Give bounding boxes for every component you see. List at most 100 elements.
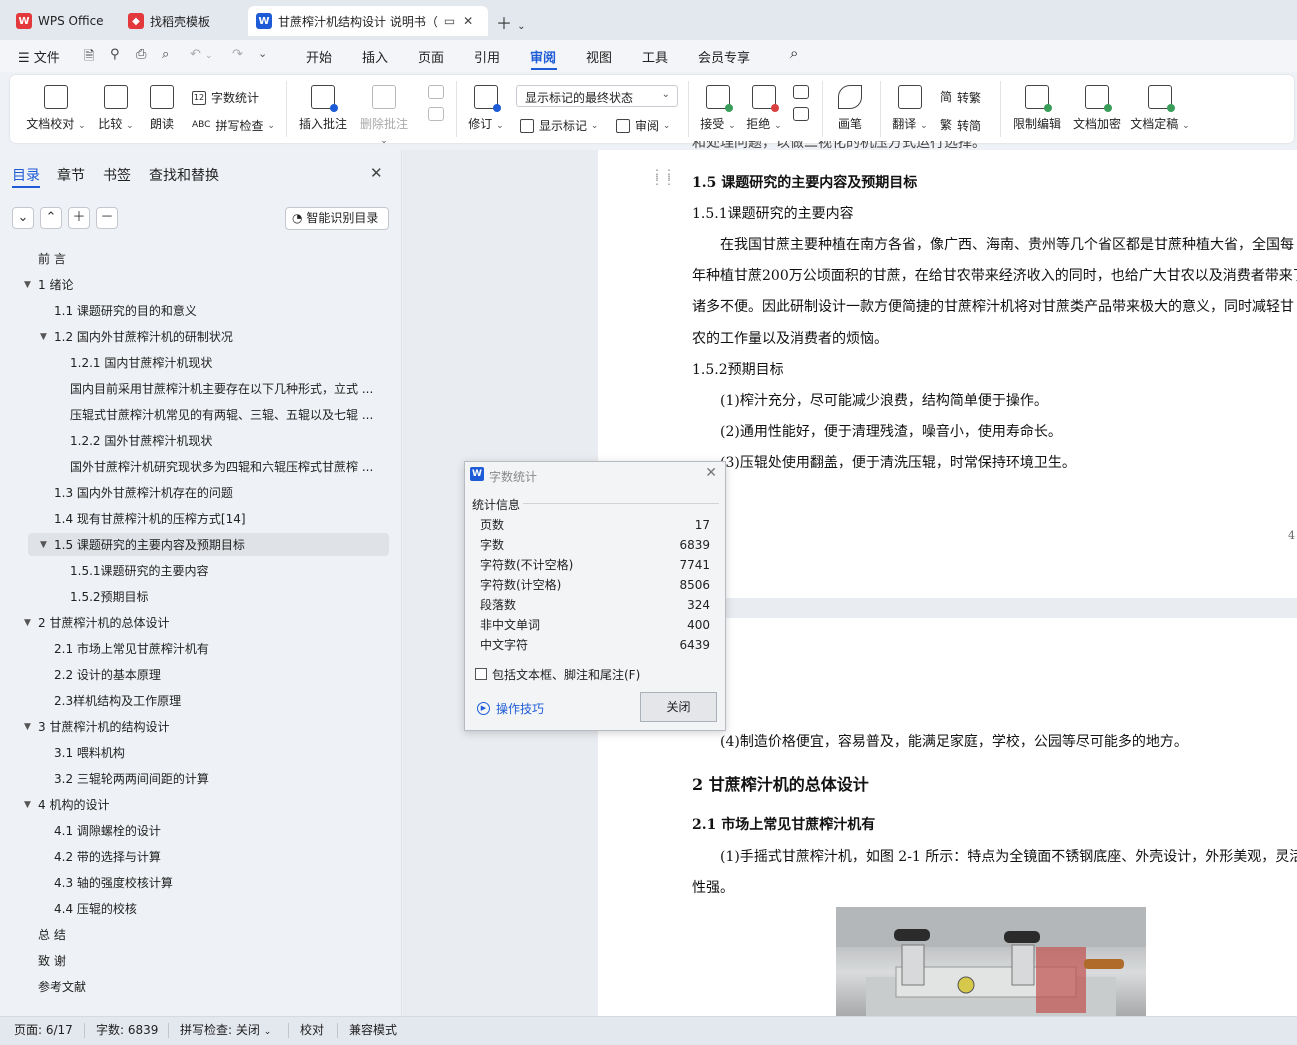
review-pane-button[interactable]: 审阅 ⌄ [616, 117, 670, 134]
toc-item[interactable]: 4.4 压辊的校核 [54, 897, 137, 921]
encrypt-button[interactable]: 文档加密 [1070, 85, 1124, 132]
juicer-photo[interactable] [836, 907, 1146, 1016]
delete-comment-button[interactable]: 删除批注 ⌄ [356, 85, 412, 146]
toc-item-selected[interactable]: ▼ 1.5 课题研究的主要内容及预期目标 [40, 533, 245, 557]
expand-all-button[interactable]: ⌄ [12, 207, 34, 229]
spell-check-button[interactable]: ABC 拼写检查 ⌄ [192, 117, 275, 134]
tab-template[interactable]: ◆ 找稻壳模板 [120, 6, 242, 36]
new-tab-button[interactable]: ＋ ⌄ [496, 10, 525, 34]
toc-item[interactable]: 国内目前采用甘蔗榨汁机主要存在以下几种形式，立式 ... [70, 377, 373, 401]
tips-link[interactable]: ▶ 操作技巧 [477, 700, 544, 717]
word-count-dialog[interactable]: W 字数统计 ✕ 统计信息 页数 17 字数 6839 字符数(不计空格) 7741 … [464, 461, 726, 731]
toc-item[interactable]: ▼ 1 绪论 [24, 273, 73, 297]
tab-wps-office[interactable]: W WPS Office [8, 6, 114, 36]
revise-button[interactable]: 修订 ⌄ [466, 85, 506, 132]
reject-button[interactable]: 拒绝 ⌄ [744, 85, 784, 132]
menu-tools[interactable]: 工具 [642, 47, 668, 66]
collapse-all-button[interactable]: ⌃ [40, 207, 62, 229]
translate-button[interactable]: 翻译 ⌄ [890, 85, 930, 132]
spell-check-indicator[interactable]: 拼写检查: 关闭 ⌄ [180, 1021, 271, 1038]
toc-item[interactable]: 4.1 调隙螺栓的设计 [54, 819, 161, 843]
collapse-arrow-icon[interactable]: ▼ [24, 273, 31, 297]
include-textbox-checkbox[interactable] [475, 668, 487, 680]
save-icon[interactable]: 🗎 [84, 47, 94, 69]
toc-item[interactable]: ▼ 1.2 国内外甘蔗榨汁机的研制状况 [40, 325, 233, 349]
tab-document[interactable]: W 甘蔗榨汁机结构设计 说明书（ ▭ ✕ [248, 6, 488, 36]
nav-tab-find-replace[interactable]: 查找和替换 [149, 165, 219, 185]
finalize-button[interactable]: 文档定稿 ⌄ [1130, 85, 1190, 132]
collapse-arrow-icon[interactable]: ▼ [40, 533, 47, 557]
nav-tab-toc[interactable]: 目录 [12, 165, 40, 185]
toc-item[interactable]: 前 言 [38, 247, 66, 271]
checkbox-label[interactable]: 包括文本框、脚注和尾注(F) [492, 666, 640, 683]
file-menu[interactable]: ☰ 文件 [18, 47, 60, 66]
toc-item[interactable]: 总 结 [38, 923, 66, 947]
toc-item[interactable]: 1.2.1 国内甘蔗榨汁机现状 [70, 351, 212, 375]
toc-item[interactable]: 2.1 市场上常见甘蔗榨汁机有 [54, 637, 209, 661]
toc-item[interactable]: ▼ 4 机构的设计 [24, 793, 109, 817]
collapse-arrow-icon[interactable]: ▼ [40, 325, 47, 349]
menu-page[interactable]: 页面 [418, 47, 444, 66]
accept-button[interactable]: 接受 ⌄ [698, 85, 738, 132]
toc-item[interactable]: 1.5.1课题研究的主要内容 [70, 559, 209, 583]
toc-item[interactable]: 1.3 国内外甘蔗榨汁机存在的问题 [54, 481, 233, 505]
smart-toc-button[interactable]: ◔ 智能识别目录 [285, 207, 389, 230]
share-icon[interactable]: ⚲ [110, 47, 120, 62]
demote-button[interactable]: － [96, 207, 118, 229]
word-count-indicator[interactable]: 字数: 6839 [96, 1021, 158, 1038]
nav-tab-chapters[interactable]: 章节 [57, 165, 85, 185]
toc-item[interactable]: ▼ 2 甘蔗榨汁机的总体设计 [24, 611, 169, 635]
redo-icon[interactable]: ↷ [232, 47, 243, 62]
prev-comment-button[interactable] [424, 85, 448, 127]
toc-item[interactable]: 1.2.2 国外甘蔗榨汁机现状 [70, 429, 212, 453]
nav-tab-bookmarks[interactable]: 书签 [103, 165, 131, 185]
drag-handle-icon[interactable]: ⋮⋮ ⋮⋮ [651, 168, 675, 186]
prev-change-button[interactable] [790, 85, 812, 127]
print-preview-icon[interactable]: ⌕ [162, 47, 169, 62]
toc-item[interactable]: 1.5.2预期目标 [70, 585, 149, 609]
print-icon[interactable]: ⎙ [136, 47, 146, 62]
pen-button[interactable]: 画笔 [832, 85, 868, 132]
menu-review[interactable]: 审阅 [530, 47, 556, 66]
toc-item[interactable]: 国外甘蔗榨汁机研究现状多为四辊和六辊压榨式甘蔗榨 ... [70, 455, 373, 479]
to-traditional-button[interactable]: 简转繁 [940, 89, 981, 106]
toc-item[interactable]: 1.1 课题研究的目的和意义 [54, 299, 197, 323]
read-aloud-button[interactable]: 朗读 [146, 85, 178, 132]
compare-button[interactable]: 比较 ⌄ [96, 85, 136, 132]
word-count-button[interactable]: 12 字数统计 [192, 89, 259, 106]
menu-member[interactable]: 会员专享 [698, 47, 750, 66]
toc-item[interactable]: 4.2 带的选择与计算 [54, 845, 161, 869]
toc-item[interactable]: 3.2 三辊轮两两间间距的计算 [54, 767, 209, 791]
menu-insert[interactable]: 插入 [362, 47, 388, 66]
toc-item[interactable]: ▼ 3 甘蔗榨汁机的结构设计 [24, 715, 169, 739]
toc-item[interactable]: 1.4 现有甘蔗榨汁机的压榨方式[14] [54, 507, 246, 531]
undo-icon[interactable]: ↶ ⌄ [190, 47, 213, 62]
menu-view[interactable]: 视图 [586, 47, 612, 66]
show-marks-button[interactable]: 显示标记 ⌄ [520, 117, 598, 134]
doc-proofread-button[interactable]: 文档校对 ⌄ [26, 85, 86, 132]
toc-item[interactable]: 2.2 设计的基本原理 [54, 663, 161, 687]
menu-start[interactable]: 开始 [306, 47, 332, 66]
search-icon[interactable]: ⌕ [790, 44, 798, 62]
insert-comment-button[interactable]: 插入批注 [296, 85, 350, 132]
collapse-arrow-icon[interactable]: ▼ [24, 715, 31, 739]
toc-item[interactable]: 参考文献 [38, 975, 86, 999]
collapse-arrow-icon[interactable]: ▼ [24, 793, 31, 817]
toc-item[interactable]: 3.1 喂料机构 [54, 741, 125, 765]
menu-reference[interactable]: 引用 [474, 47, 500, 66]
close-icon[interactable]: ✕ [705, 465, 717, 481]
toc-item[interactable]: 压辊式甘蔗榨汁机常见的有两辊、三辊、五辊以及七辊 ... [70, 403, 373, 427]
close-icon[interactable]: ✕ [370, 164, 383, 182]
toc-item[interactable]: 2.3样机结构及工作原理 [54, 689, 181, 713]
toc-item[interactable]: 致 谢 [38, 949, 66, 973]
close-icon[interactable]: ✕ [463, 14, 473, 28]
restrict-edit-button[interactable]: 限制编辑 [1010, 85, 1064, 132]
close-button[interactable]: 关闭 [640, 692, 717, 722]
page-indicator[interactable]: 页面: 6/17 [14, 1021, 73, 1038]
more-icon[interactable]: ⌄ [258, 47, 267, 60]
proofread-indicator[interactable]: 校对 [300, 1021, 324, 1038]
promote-button[interactable]: ＋ [68, 207, 90, 229]
toc-item[interactable]: 4.3 轴的强度校核计算 [54, 871, 173, 895]
markup-state-select[interactable]: 显示标记的最终状态 ⌄ [516, 85, 678, 107]
to-simplified-button[interactable]: 繁转简 [940, 117, 981, 134]
